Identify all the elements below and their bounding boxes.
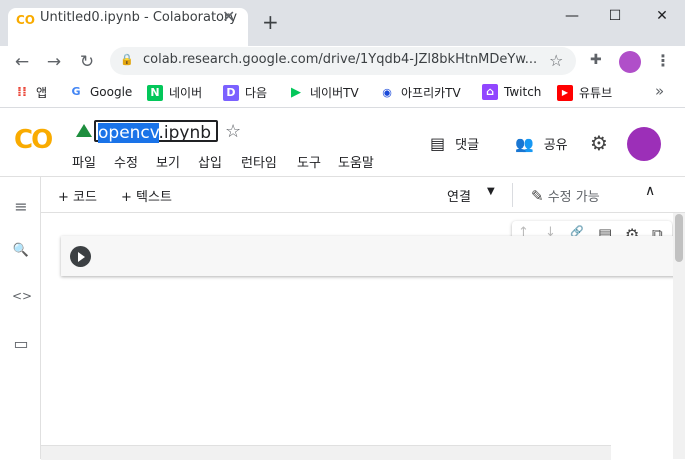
minimize-button[interactable]: —: [560, 6, 584, 26]
maximize-button[interactable]: ☐: [603, 6, 627, 26]
url-text[interactable]: colab.research.google.com/drive/1Yqdb4-J…: [143, 52, 538, 67]
colab-favicon-icon: CO: [16, 13, 36, 27]
left-rail: [0, 177, 41, 459]
navertv-icon: ▶: [291, 84, 301, 100]
bookmark-daum[interactable]: D 다음: [223, 84, 267, 101]
settings-gear-icon[interactable]: ⚙: [590, 131, 608, 155]
bookmark-youtube[interactable]: ▶ 유튜브: [557, 84, 612, 101]
bookmark-apps[interactable]: ⁞⁞ 앱: [14, 84, 47, 101]
account-avatar[interactable]: [627, 127, 661, 161]
connect-button[interactable]: 연결: [447, 186, 471, 205]
bookmark-label: 네이버TV: [310, 86, 359, 100]
menu-help[interactable]: 도움말: [338, 152, 374, 171]
reload-icon[interactable]: ↻: [77, 52, 97, 72]
bookmark-label: 다음: [245, 86, 268, 100]
close-window-button[interactable]: ✕: [650, 6, 674, 26]
chevron-down-icon[interactable]: ▼: [487, 186, 495, 197]
notebook-name-input[interactable]: opencv.ipynb: [94, 120, 218, 143]
menu-edit[interactable]: 수정: [114, 152, 138, 171]
notebook-star-icon[interactable]: ☆: [225, 121, 241, 142]
bookmark-navertv[interactable]: ▶ 네이버TV: [288, 84, 359, 101]
lock-icon[interactable]: 🔒: [120, 53, 134, 66]
tab-title: Untitled0.ipynb - Colaboratory: [40, 10, 238, 25]
pencil-icon: ✎: [531, 187, 544, 205]
new-tab-button[interactable]: +: [262, 12, 279, 32]
code-cell[interactable]: [61, 236, 685, 276]
add-text-button[interactable]: + 텍스트: [121, 186, 172, 205]
horizontal-scrollbar[interactable]: [41, 445, 611, 460]
code-snippets-icon[interactable]: <>: [12, 289, 32, 303]
comment-button[interactable]: ▤ 댓글: [430, 134, 479, 153]
notebook-name-extension: .ipynb: [158, 123, 212, 143]
bookmark-naver[interactable]: N 네이버: [147, 84, 202, 101]
menu-file[interactable]: 파일: [72, 152, 96, 171]
search-icon[interactable]: 🔍: [12, 243, 30, 258]
bookmark-label: Google: [90, 85, 133, 99]
collapse-header-icon[interactable]: ∧: [645, 183, 655, 199]
google-drive-icon[interactable]: [76, 124, 92, 137]
bookmarks-more-icon[interactable]: »: [655, 82, 664, 100]
vertical-scrollbar-thumb[interactable]: [675, 214, 683, 262]
bookmark-star-icon[interactable]: ☆: [549, 51, 563, 70]
notebook-name-selected: opencv: [98, 123, 159, 143]
comment-label: 댓글: [455, 138, 480, 153]
edit-mode-indicator[interactable]: ✎ 수정 가능: [531, 186, 600, 205]
bookmark-afreecatv[interactable]: ◉ 아프리카TV: [379, 84, 461, 101]
naver-icon: N: [147, 84, 163, 101]
share-button[interactable]: 👥 공유: [515, 134, 568, 154]
menu-runtime[interactable]: 런타임: [241, 152, 277, 171]
back-icon[interactable]: ←: [12, 52, 32, 72]
comment-icon: ▤: [430, 134, 446, 153]
people-icon: 👥: [515, 134, 534, 153]
bookmark-label: 유튜브: [579, 86, 613, 100]
menu-insert[interactable]: 삽입: [198, 152, 222, 171]
edit-mode-label: 수정 가능: [547, 190, 600, 205]
menu-tools[interactable]: 도구: [297, 152, 321, 171]
share-label: 공유: [543, 138, 568, 153]
bookmark-label: 아프리카TV: [401, 86, 461, 100]
bookmark-label: 네이버: [169, 86, 203, 100]
afreecatv-icon: ◉: [382, 85, 392, 99]
bookmark-label: 앱: [36, 86, 48, 100]
google-icon: G: [71, 85, 81, 98]
youtube-icon: ▶: [557, 84, 573, 101]
bookmark-label: Twitch: [504, 85, 542, 99]
apps-icon: ⁞⁞: [17, 84, 27, 100]
toolbar-divider: [512, 183, 513, 207]
bookmark-google[interactable]: G Google: [68, 84, 132, 100]
profile-avatar[interactable]: [619, 51, 641, 73]
play-icon: [78, 252, 85, 262]
colab-logo-icon[interactable]: CO: [14, 125, 53, 155]
tab-close-icon[interactable]: ✕: [222, 7, 235, 26]
table-of-contents-icon[interactable]: ≡: [12, 197, 30, 216]
daum-icon: D: [223, 84, 239, 101]
twitch-icon: ⌂: [482, 84, 498, 100]
browser-menu-icon[interactable]: ⋮: [655, 51, 671, 70]
folder-icon[interactable]: ▭: [12, 334, 30, 353]
forward-icon[interactable]: →: [44, 52, 64, 72]
menu-view[interactable]: 보기: [156, 152, 180, 171]
add-code-button[interactable]: + 코드: [58, 186, 97, 205]
bookmark-twitch[interactable]: ⌂ Twitch: [482, 84, 541, 100]
extensions-icon[interactable]: ✚: [590, 52, 602, 68]
